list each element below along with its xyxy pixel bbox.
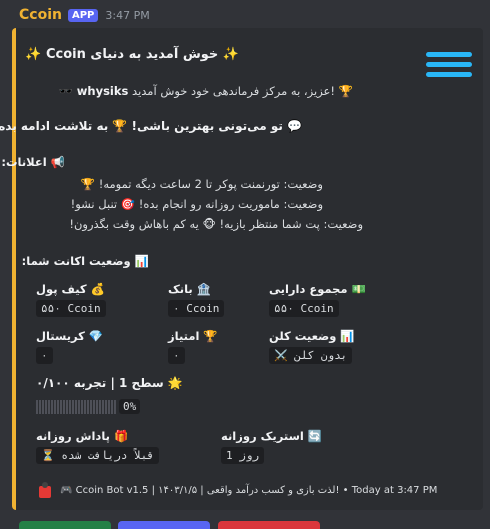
field-daily-streak: 🔄 استریک روزانه 1 روز [221,429,322,464]
xp-progress-percent: 0% [119,399,141,414]
menu-thumbnail-icon[interactable] [426,52,472,88]
field-wallet: 💰 کیف پول ۵۵۰ Ccoin [36,282,106,317]
field-value: ⚔️ بدون کلن [269,347,353,364]
field-name: 📊 وضعیت کلن [269,329,355,343]
field-value: ۵۵۰ Ccoin [269,300,339,317]
status-line-3: وضعیت: پت شما منتظر بازیه! 🐵 یه کم باهاش… [69,217,363,231]
xp-progress-bar [36,399,116,414]
field-daily-reward: 🎁 پاداش روزانه ⏳ قبلاً دریافت شده [36,429,160,464]
action-button-blurple[interactable] [118,521,210,529]
status-line-1: وضعیت: تورنمنت پوکر تا 2 ساعت دیگه تمومه… [80,177,323,191]
level-xp-label: 🌟 سطح 1 | تجربه ۰/۱۰۰ [36,376,183,390]
bot-name[interactable]: Ccoin [19,7,62,23]
field-name: 💰 کیف پول [36,282,105,296]
field-value: ۰ Ccoin [168,300,225,317]
action-button-green[interactable] [19,521,111,529]
embed-title: ✨ خوش آمدید به دنیای Ccoin ✨ [25,47,239,62]
xp-progress: 0% [36,399,141,414]
field-value: ۰ [168,347,185,364]
field-value: 1 روز [221,447,265,464]
field-name: 🎁 پاداش روزانه [36,429,129,443]
footer-text: 🎮 Ccoin Bot v1.5 | ۱۴۰۳/۱/۵ | لذت بازی و… [60,484,438,496]
embed-footer: 🎮 Ccoin Bot v1.5 | ۱۴۰۳/۱/۵ | لذت بازی و… [36,480,437,500]
field-value: ⏳ قبلاً دریافت شده [36,447,160,464]
motivation-line: 💬 تو می‌تونی بهترین باشی! 🏆 به تلاشت ادا… [0,119,302,133]
field-name: 🏦 بانک [168,282,212,296]
message-timestamp[interactable]: 3:47 PM [105,9,149,22]
field-crystal: 💎 کریستال ۰ [36,329,103,364]
message-header: Ccoin APP 3:47 PM [19,6,150,24]
field-value: ۰ [36,347,53,364]
action-button-red[interactable] [218,521,320,529]
announcements-title: 📢 اعلانات: [1,155,65,169]
field-name: 🏆 امتیاز [168,329,218,343]
greeting-text: 🏆 !عزیز، به مرکز فرماندهی خود خوش آمدید [132,84,353,98]
app-badge: APP [67,8,99,22]
footer-avatar-icon [36,480,54,500]
field-name: 🔄 استریک روزانه [221,429,323,443]
field-name: 💵 مجموع دارایی [269,282,366,296]
sunglasses-icon: 🕶️ [58,84,74,98]
field-name: 💎 کریستال [36,329,104,343]
field-points: 🏆 امتیاز ۰ [168,329,218,364]
embed-card: ✨ خوش آمدید به دنیای Ccoin ✨ 🏆 !عزیز، به… [0,28,483,510]
field-total-assets: 💵 مجموع دارایی ۵۵۰ Ccoin [269,282,366,317]
field-clan: 📊 وضعیت کلن ⚔️ بدون کلن [269,329,355,364]
field-value: ۵۵۰ Ccoin [36,300,106,317]
account-status-title: 📊 وضعیت اکانت شما: [21,254,149,268]
status-line-2: وضعیت: ماموریت روزانه رو انجام بده! 🎯 تن… [70,197,323,211]
username: whysiks [76,84,129,98]
greeting-line: 🏆 !عزیز، به مرکز فرماندهی خود خوش آمدید … [59,84,353,98]
field-bank: 🏦 بانک ۰ Ccoin [168,282,225,317]
